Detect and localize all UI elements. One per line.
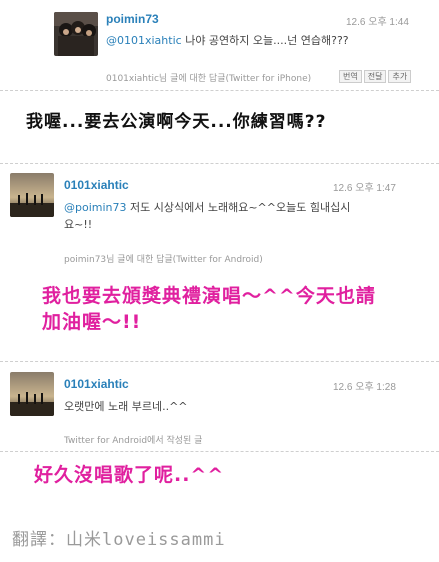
tweet-action-buttons: 번역 전달 추가 — [339, 70, 412, 83]
divider — [0, 361, 439, 362]
avatar-poimin73[interactable] — [54, 12, 98, 56]
divider — [0, 451, 439, 452]
tweet-username[interactable]: poimin73 — [106, 12, 159, 26]
tweet-username[interactable]: 0101xiahtic — [64, 178, 129, 192]
tweet-text: @poimin73 저도 시상식에서 노래해요~^^오늘도 힘내십시 요~!! — [64, 199, 364, 233]
caption-line-2: 加油喔～!! — [42, 311, 142, 333]
tweet-timestamp[interactable]: 12.6 오후 1:28 — [333, 378, 396, 393]
avatar-0101xiahtic[interactable] — [10, 372, 54, 416]
tweet-meta[interactable]: 0101xiahtic님 글에 대한 답글(Twitter for iPhone… — [106, 71, 311, 84]
translation-caption-3: 好久沒唱歌了呢..^^ — [34, 464, 225, 486]
translation-caption-1: 我喔...要去公演啊今天...你練習嗎?? — [26, 112, 327, 132]
add-button[interactable]: 추가 — [388, 70, 412, 83]
translator-credit: 翻譯：山米loveissammi — [12, 530, 226, 550]
translation-caption-2: 我也要去頒獎典禮演唱～^^今天也請 加油喔～!! — [42, 283, 376, 335]
caption-line-1: 我也要去頒獎典禮演唱～^^今天也請 — [42, 285, 376, 307]
mention-link[interactable]: @0101xiahtic — [106, 34, 182, 47]
tweet-meta[interactable]: poimin73님 글에 대한 답글(Twitter for Android) — [64, 252, 263, 265]
mention-link[interactable]: @poimin73 — [64, 201, 127, 214]
tweet-username[interactable]: 0101xiahtic — [64, 377, 129, 391]
divider — [0, 90, 439, 91]
translate-button[interactable]: 번역 — [339, 70, 362, 83]
tweet-meta[interactable]: Twitter for Android에서 작성된 글 — [64, 433, 202, 446]
forward-button[interactable]: 전달 — [363, 70, 387, 83]
tweet-text: @0101xiahtic 나야 공연하지 오늘....넌 연습해??? — [106, 32, 426, 49]
divider — [0, 163, 439, 164]
tweet-timestamp[interactable]: 12.6 오후 1:47 — [333, 179, 396, 194]
tweet-text: 오랫만에 노래 부르네..^^ — [64, 400, 188, 413]
tweet-body: 나야 공연하지 오늘....넌 연습해??? — [181, 34, 349, 47]
avatar-0101xiahtic[interactable] — [10, 173, 54, 217]
tweet-timestamp[interactable]: 12.6 오후 1:44 — [346, 13, 409, 28]
tweet-body: 저도 시상식에서 노래해요~^^오늘도 힘내십시 — [126, 201, 351, 214]
tweet-body-continued: 요~!! — [64, 218, 93, 231]
